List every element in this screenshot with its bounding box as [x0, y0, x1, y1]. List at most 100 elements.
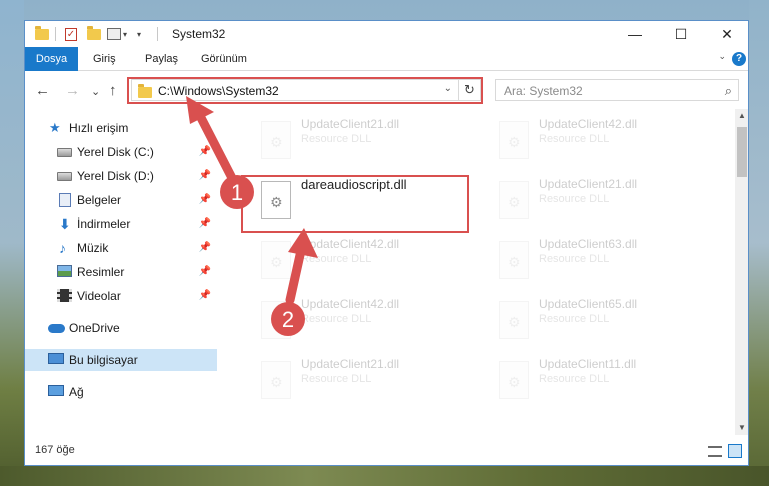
desktop-background [0, 0, 24, 486]
large-icons-view-icon[interactable] [728, 444, 742, 458]
folder-icon [35, 25, 49, 42]
sidebar-item-videos[interactable]: Videolar 📌 [25, 285, 217, 307]
file-item[interactable]: UpdateClient21.dll Resource DLL [251, 357, 481, 415]
file-description: Resource DLL [301, 373, 372, 385]
dll-file-icon [499, 121, 529, 159]
tab-giris[interactable]: Giriş [93, 47, 116, 71]
tab-paylas[interactable]: Paylaş [145, 47, 178, 71]
pin-icon[interactable]: 📌 [199, 141, 211, 163]
sidebar-item-label: Resimler [77, 265, 125, 279]
properties-check-icon[interactable]: ✓ [65, 26, 77, 42]
documents-icon [59, 193, 71, 207]
file-name: UpdateClient65.dll [539, 297, 638, 311]
file-item[interactable]: UpdateClient11.dll Resource DLL [489, 357, 719, 415]
desktop-background-bottom [0, 466, 769, 486]
pin-icon[interactable]: 📌 [199, 285, 211, 307]
onedrive-icon [48, 324, 65, 333]
sidebar-item-label: Yerel Disk (C:) [77, 145, 154, 159]
tab-gorunum[interactable]: Görünüm [201, 47, 247, 71]
item-count: 167 öğe [35, 444, 75, 456]
sidebar-item-label: Belgeler [77, 193, 122, 207]
details-view-icon[interactable] [708, 446, 722, 457]
file-name: UpdateClient42.dll [301, 297, 400, 311]
scroll-up-icon[interactable]: ▲ [735, 109, 748, 123]
drive-icon [57, 148, 72, 157]
maximize-button[interactable]: ☐ [658, 21, 704, 47]
back-button[interactable]: ← [35, 82, 50, 99]
search-placeholder: Ara: System32 [504, 84, 583, 98]
file-name: UpdateClient42.dll [539, 117, 638, 131]
file-item[interactable]: UpdateClient21.dll Resource DLL [489, 177, 719, 235]
file-item[interactable]: UpdateClient42.dll Resource DLL [489, 117, 719, 175]
search-input[interactable]: Ara: System32 ⌕ [495, 79, 739, 101]
ribbon-expand-icon[interactable]: ⌄ [718, 51, 726, 62]
sidebar-item-network[interactable]: Ağ [25, 381, 217, 403]
properties-icon[interactable] [107, 26, 121, 42]
toolbar-separator [55, 27, 56, 41]
up-button[interactable]: ↑ [109, 82, 117, 99]
file-description: Resource DLL [301, 133, 372, 145]
sidebar-item-label: Müzik [77, 241, 109, 255]
file-item[interactable]: UpdateClient21.dll Resource DLL [251, 117, 481, 175]
vertical-scrollbar[interactable]: ▲ ▼ [735, 109, 748, 435]
sidebar-item-label: Videolar [77, 289, 121, 303]
this-pc-icon [48, 353, 64, 364]
network-icon [48, 385, 64, 396]
quick-access-dropdown-icon[interactable]: ▾ [123, 26, 127, 42]
file-description: Resource DLL [539, 133, 610, 145]
scrollbar-thumb[interactable] [737, 127, 747, 177]
sidebar-item-local-disk-c[interactable]: Yerel Disk (C:) 📌 [25, 141, 217, 163]
file-list: UpdateClient21.dll Resource DLL UpdateCl… [217, 109, 735, 435]
title-bar: ✓ ▾ ▾ System32 — ☐ ✕ [25, 21, 748, 47]
file-highlight [241, 175, 469, 233]
sidebar-item-quick-access[interactable]: ★ Hızlı erişim [25, 117, 217, 139]
navigation-pane: ★ Hızlı erişim Yerel Disk (C:) 📌 Yerel D… [25, 109, 217, 435]
dll-file-icon [261, 241, 291, 279]
sidebar-item-label: OneDrive [69, 321, 120, 335]
minimize-button[interactable]: — [612, 21, 658, 47]
sidebar-item-label: İndirmeler [77, 217, 131, 231]
file-item[interactable]: UpdateClient65.dll Resource DLL [489, 297, 719, 355]
dll-file-icon [499, 181, 529, 219]
file-name: UpdateClient21.dll [539, 177, 638, 191]
pin-icon[interactable]: 📌 [199, 165, 211, 187]
sidebar-item-onedrive[interactable]: OneDrive [25, 317, 217, 339]
file-name: UpdateClient63.dll [539, 237, 638, 251]
sidebar-item-documents[interactable]: Belgeler 📌 [25, 189, 217, 211]
pin-icon[interactable]: 📌 [199, 261, 211, 283]
customize-qat-icon[interactable]: ▾ [137, 26, 141, 42]
sidebar-item-label: Bu bilgisayar [69, 353, 138, 367]
file-description: Resource DLL [539, 253, 610, 265]
dll-file-icon [499, 301, 529, 339]
recent-locations-button[interactable]: ⌄ [91, 85, 100, 98]
pin-icon[interactable]: 📌 [199, 213, 211, 235]
sidebar-item-label: Hızlı erişim [69, 121, 129, 135]
desktop-background-right [749, 0, 769, 486]
file-item[interactable]: UpdateClient42.dll Resource DLL [251, 297, 481, 355]
new-folder-icon[interactable] [87, 25, 101, 42]
star-icon: ★ [49, 120, 61, 135]
sidebar-item-downloads[interactable]: ⬇ İndirmeler 📌 [25, 213, 217, 235]
file-description: Resource DLL [539, 313, 610, 325]
file-item[interactable]: UpdateClient63.dll Resource DLL [489, 237, 719, 295]
sidebar-item-pictures[interactable]: Resimler 📌 [25, 261, 217, 283]
help-icon[interactable]: ? [732, 52, 746, 66]
sidebar-item-music[interactable]: ♪ Müzik 📌 [25, 237, 217, 259]
sidebar-item-this-pc[interactable]: Bu bilgisayar [25, 349, 217, 371]
title-separator [157, 27, 158, 41]
sidebar-item-label: Ağ [69, 385, 84, 399]
file-description: Resource DLL [301, 313, 372, 325]
pin-icon[interactable]: 📌 [199, 237, 211, 259]
dll-file-icon [261, 361, 291, 399]
dll-file-icon [261, 301, 291, 339]
forward-button[interactable]: → [65, 82, 80, 99]
sidebar-item-local-disk-d[interactable]: Yerel Disk (D:) 📌 [25, 165, 217, 187]
search-icon[interactable]: ⌕ [725, 83, 732, 99]
file-item[interactable]: UpdateClient42.dll Resource DLL [251, 237, 481, 295]
scroll-down-icon[interactable]: ▼ [735, 421, 748, 435]
pin-icon[interactable]: 📌 [199, 189, 211, 211]
drive-icon [57, 172, 72, 181]
music-icon: ♪ [59, 240, 66, 256]
dll-file-icon [261, 121, 291, 159]
close-button[interactable]: ✕ [704, 21, 748, 47]
